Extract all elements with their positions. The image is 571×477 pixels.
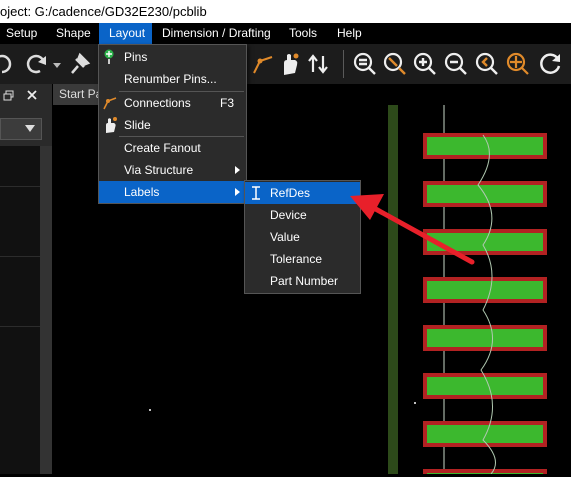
subclass-list[interactable] bbox=[0, 146, 41, 474]
menu-item-create-fanout[interactable]: Create Fanout bbox=[99, 137, 246, 159]
pad[interactable] bbox=[427, 281, 543, 299]
toolbar-separator bbox=[343, 50, 344, 78]
pad[interactable] bbox=[427, 137, 543, 155]
slide-hand-icon bbox=[106, 117, 117, 133]
panel-scrollbar[interactable] bbox=[40, 146, 52, 474]
menu-item-label: Via Structure bbox=[124, 163, 194, 177]
submenu-item-part-number[interactable]: Part Number bbox=[245, 270, 360, 292]
menu-help[interactable]: Help bbox=[337, 23, 362, 44]
zoom-previous-icon[interactable] bbox=[474, 51, 500, 77]
submenu-item-refdes[interactable]: RefDes bbox=[245, 182, 360, 204]
menu-item-renumber-pins[interactable]: Renumber Pins... bbox=[99, 68, 246, 90]
panel-header bbox=[0, 84, 52, 106]
menu-dimension-drafting[interactable]: Dimension / Drafting bbox=[162, 23, 271, 44]
list-divider bbox=[0, 256, 40, 257]
zoom-fit-icon[interactable] bbox=[352, 51, 378, 77]
grid-dot bbox=[414, 402, 416, 404]
text-cursor-icon bbox=[252, 186, 260, 200]
labels-submenu: RefDes Device Value Tolerance Part Numbe… bbox=[244, 180, 361, 294]
zoom-out-icon[interactable] bbox=[443, 51, 469, 77]
pin-add-icon bbox=[104, 49, 114, 64]
options-panel bbox=[0, 84, 52, 474]
pad[interactable] bbox=[427, 329, 543, 347]
list-divider bbox=[0, 186, 40, 187]
menu-bar: Setup Shape Layout Dimension / Drafting … bbox=[0, 23, 571, 44]
submenu-item-label: Part Number bbox=[270, 274, 339, 288]
menu-item-label: Create Fanout bbox=[124, 141, 201, 155]
grid-dot bbox=[149, 409, 151, 411]
menu-shape[interactable]: Shape bbox=[56, 23, 91, 44]
menu-item-label: Labels bbox=[124, 185, 160, 199]
swap-arrows-icon[interactable] bbox=[306, 51, 332, 77]
submenu-arrow-icon bbox=[235, 166, 240, 174]
submenu-item-label: RefDes bbox=[270, 186, 311, 200]
title-bar: oject: G:/cadence/GD32E230/pcblib bbox=[0, 0, 571, 23]
close-panel-icon[interactable] bbox=[26, 89, 38, 101]
submenu-item-label: Value bbox=[270, 230, 300, 244]
submenu-item-label: Tolerance bbox=[270, 252, 323, 266]
menu-item-via-structure[interactable]: Via Structure bbox=[99, 159, 246, 181]
toolbar bbox=[0, 44, 571, 84]
restore-panel-icon[interactable] bbox=[3, 90, 14, 101]
list-divider bbox=[0, 326, 40, 327]
menu-item-label: Pins bbox=[124, 50, 148, 64]
menu-layout[interactable]: Layout bbox=[99, 23, 152, 44]
connections-icon bbox=[103, 97, 117, 110]
submenu-arrow-icon bbox=[235, 188, 240, 196]
submenu-item-tolerance[interactable]: Tolerance bbox=[245, 248, 360, 270]
menu-item-slide[interactable]: Slide bbox=[99, 114, 246, 136]
window-title: oject: G:/cadence/GD32E230/pcblib bbox=[0, 4, 207, 19]
class-dropdown[interactable] bbox=[0, 118, 42, 140]
silkscreen-outline bbox=[388, 105, 398, 474]
menu-setup[interactable]: Setup bbox=[6, 23, 37, 44]
menu-item-label: Connections bbox=[124, 96, 191, 110]
menu-tools[interactable]: Tools bbox=[289, 23, 317, 44]
zoom-points-icon[interactable] bbox=[382, 51, 408, 77]
pad[interactable] bbox=[427, 425, 543, 443]
dropdown-arrow-icon[interactable] bbox=[52, 62, 62, 70]
pin-icon[interactable] bbox=[66, 51, 92, 77]
menu-item-label: Renumber Pins... bbox=[124, 72, 217, 86]
menu-item-shortcut: F3 bbox=[219, 96, 234, 110]
menu-item-label: Slide bbox=[124, 118, 151, 132]
pad[interactable] bbox=[427, 377, 543, 395]
menu-item-pins[interactable]: Pins bbox=[99, 46, 246, 68]
submenu-item-device[interactable]: Device bbox=[245, 204, 360, 226]
submenu-item-label: Device bbox=[270, 208, 307, 222]
redraw-icon[interactable] bbox=[537, 51, 563, 77]
slide-hand-icon[interactable] bbox=[276, 51, 302, 77]
connect-icon[interactable] bbox=[250, 51, 276, 77]
chevron-down-icon bbox=[25, 125, 35, 132]
redo-icon[interactable] bbox=[24, 51, 50, 77]
zoom-in-icon[interactable] bbox=[412, 51, 438, 77]
submenu-item-value[interactable]: Value bbox=[245, 226, 360, 248]
menu-item-labels[interactable]: Labels bbox=[99, 181, 246, 203]
layout-menu: Pins Renumber Pins... Connections F3 Sli… bbox=[98, 44, 247, 204]
redo-partial-icon[interactable] bbox=[0, 51, 16, 77]
zoom-center-icon[interactable] bbox=[505, 51, 531, 77]
pad-group bbox=[423, 133, 547, 477]
menu-item-connections[interactable]: Connections F3 bbox=[99, 92, 246, 114]
